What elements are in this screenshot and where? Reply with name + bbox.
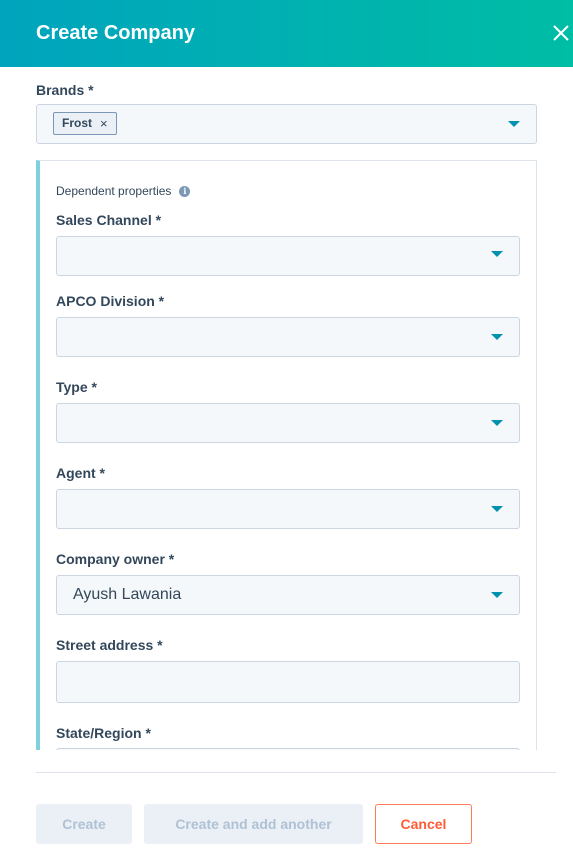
chevron-down-icon [491, 251, 503, 257]
chevron-down-icon [491, 592, 503, 598]
cancel-button[interactable]: Cancel [375, 804, 472, 844]
dependent-properties-section: Dependent properties i Sales Channel * A… [36, 160, 537, 750]
chevron-down-icon [508, 121, 520, 127]
brand-tag-label: Frost [62, 116, 92, 130]
create-company-panel: Create Company Brands * Frost × Dependen… [0, 0, 573, 861]
dependent-properties-title: Dependent properties i [56, 184, 191, 198]
company-owner-select[interactable]: Ayush Lawania [56, 575, 520, 615]
state-region-input[interactable] [56, 748, 520, 750]
brand-tag: Frost × [53, 112, 117, 135]
panel-title: Create Company [36, 22, 195, 44]
chevron-down-icon [491, 334, 503, 340]
tag-remove-icon[interactable]: × [100, 113, 108, 134]
create-and-add-another-button[interactable]: Create and add another [144, 804, 363, 844]
dependent-properties-label: Dependent properties [56, 184, 172, 198]
apco-division-label: APCO Division * [56, 293, 165, 309]
create-button[interactable]: Create [36, 804, 132, 844]
agent-select[interactable] [56, 489, 520, 529]
agent-label: Agent * [56, 465, 105, 481]
company-owner-value: Ayush Lawania [73, 586, 182, 603]
street-address-input[interactable] [56, 661, 520, 703]
street-address-label: Street address * [56, 637, 163, 653]
brands-label: Brands * [36, 82, 94, 98]
info-icon[interactable]: i [179, 185, 191, 197]
apco-division-select[interactable] [56, 317, 520, 357]
chevron-down-icon [491, 506, 503, 512]
sales-channel-label: Sales Channel * [56, 212, 162, 228]
close-icon[interactable] [550, 22, 572, 44]
type-select[interactable] [56, 403, 520, 443]
brands-select[interactable]: Frost × [36, 104, 537, 144]
state-region-label: State/Region * [56, 725, 151, 741]
footer-divider [36, 772, 556, 773]
chevron-down-icon [491, 420, 503, 426]
panel-header: Create Company [0, 0, 573, 67]
sales-channel-select[interactable] [56, 236, 520, 276]
type-label: Type * [56, 379, 97, 395]
company-owner-label: Company owner * [56, 551, 175, 567]
